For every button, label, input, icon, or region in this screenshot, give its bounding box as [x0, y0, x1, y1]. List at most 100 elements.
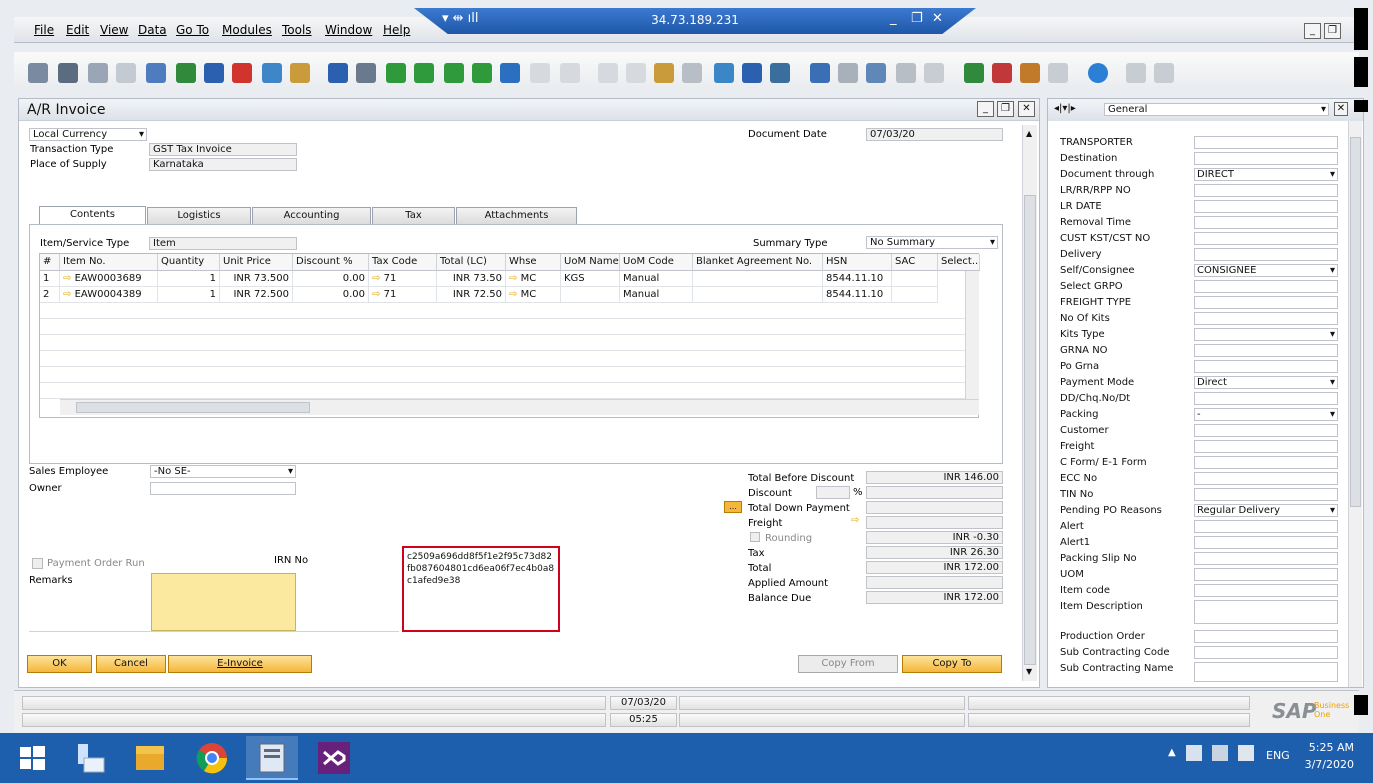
document-date-field[interactable]: 07/03/20	[866, 128, 1003, 141]
message-icon[interactable]	[896, 63, 916, 83]
link-arrow-icon[interactable]: ⇨	[63, 273, 71, 284]
blanket-cell[interactable]	[693, 287, 823, 303]
app-restore-icon[interactable]: ❐	[1324, 23, 1341, 39]
network-icon[interactable]	[1048, 63, 1068, 83]
column-header[interactable]: Blanket Agreement No.	[693, 254, 823, 271]
tab-attachments[interactable]: Attachments	[456, 207, 577, 224]
udf-input[interactable]	[1194, 248, 1338, 261]
udf-select[interactable]: CONSIGNEE	[1194, 264, 1338, 277]
udf-input[interactable]	[1194, 424, 1338, 437]
filter-icon[interactable]	[530, 63, 550, 83]
side-nav-icon[interactable]: ◂|▾|▸	[1054, 103, 1076, 114]
fax-icon[interactable]	[146, 63, 166, 83]
menu-help[interactable]: Help	[383, 23, 410, 37]
blanket-cell[interactable]	[693, 271, 823, 287]
pencil-icon[interactable]	[810, 63, 830, 83]
udf-input[interactable]	[1194, 184, 1338, 197]
side-scroll-thumb[interactable]	[1350, 137, 1361, 507]
column-header[interactable]: UoM Code	[620, 254, 693, 271]
scroll-down-icon[interactable]: ▼	[1026, 667, 1032, 676]
column-header[interactable]: #	[40, 254, 60, 271]
udf-input[interactable]	[1194, 630, 1338, 643]
udf-input[interactable]	[1194, 520, 1338, 533]
column-header[interactable]: Quantity	[158, 254, 220, 271]
udf-select[interactable]: Regular Delivery	[1194, 504, 1338, 517]
scroll-up-icon[interactable]: ▲	[1026, 129, 1032, 138]
quantity-cell[interactable]: 1	[158, 271, 220, 287]
approval-icon[interactable]	[866, 63, 886, 83]
udf-input[interactable]	[1194, 200, 1338, 213]
hsn-cell[interactable]: 8544.11.10	[823, 287, 892, 303]
udf-input[interactable]	[1194, 360, 1338, 373]
refresh-icon[interactable]	[500, 63, 520, 83]
copy-from-button[interactable]: Copy From	[798, 655, 898, 673]
total-cell[interactable]: INR 73.50	[437, 271, 506, 287]
start-windows-icon[interactable]	[6, 736, 58, 780]
column-header[interactable]: Select...	[938, 254, 980, 271]
uom-code-cell[interactable]: Manual	[620, 271, 693, 287]
checklist-icon[interactable]	[964, 63, 984, 83]
uom-name-cell[interactable]	[561, 287, 620, 303]
gross-profit-icon[interactable]	[654, 63, 674, 83]
udf-input[interactable]	[1194, 662, 1338, 682]
email-icon[interactable]	[88, 63, 108, 83]
next-record-icon[interactable]	[444, 63, 464, 83]
target-document-icon[interactable]	[626, 63, 646, 83]
chrome-icon[interactable]	[186, 736, 238, 780]
udf-input[interactable]	[1194, 280, 1338, 293]
menu-goto[interactable]: Go To	[176, 23, 209, 37]
grid-hscroll-thumb[interactable]	[76, 402, 310, 413]
exchange-rate-icon[interactable]	[714, 63, 734, 83]
rounding-checkbox[interactable]	[750, 532, 760, 542]
form-close-icon[interactable]: ✕	[1018, 101, 1035, 117]
udf-input[interactable]	[1194, 536, 1338, 549]
owner-field[interactable]	[150, 482, 296, 495]
sales-employee-select[interactable]: -No SE-	[150, 465, 296, 478]
summary-type-select[interactable]: No Summary	[866, 236, 998, 249]
currency-select[interactable]: Local Currency	[29, 128, 147, 141]
tab-accounting[interactable]: Accounting	[252, 207, 371, 224]
link-arrow-icon[interactable]: ⇨	[372, 289, 380, 300]
column-header[interactable]: Unit Price	[220, 254, 293, 271]
hsn-cell[interactable]: 8544.11.10	[823, 271, 892, 287]
payment-means-icon[interactable]	[682, 63, 702, 83]
add-icon[interactable]	[356, 63, 376, 83]
calculator-icon[interactable]	[1020, 63, 1040, 83]
pdf-icon[interactable]	[232, 63, 252, 83]
quantity-cell[interactable]: 1	[158, 287, 220, 303]
down-payment-button[interactable]: …	[724, 501, 742, 513]
discount-amount-field[interactable]	[866, 486, 1003, 499]
column-header[interactable]: SAC	[892, 254, 938, 271]
freight-arrow-icon[interactable]: ⇨	[851, 515, 859, 526]
udf-input[interactable]	[1194, 568, 1338, 581]
word-icon[interactable]	[204, 63, 224, 83]
tax-code-cell[interactable]: ⇨ 71	[369, 287, 437, 303]
place-of-supply-field[interactable]: Karnataka	[149, 158, 297, 171]
form-scrollbar[interactable]: ▲ ▼	[1022, 125, 1037, 681]
print-preview-icon[interactable]	[28, 63, 48, 83]
udf-input[interactable]	[1194, 600, 1338, 624]
copy-to-button[interactable]: Copy To	[902, 655, 1002, 673]
udf-input[interactable]	[1194, 152, 1338, 165]
side-category-select[interactable]: General	[1104, 103, 1329, 116]
discount-cell[interactable]: 0.00	[293, 271, 369, 287]
tab-logistics[interactable]: Logistics	[147, 207, 251, 224]
help-icon[interactable]	[1088, 63, 1108, 83]
form-restore-icon[interactable]: ❐	[997, 101, 1014, 117]
menu-tools[interactable]: Tools	[282, 23, 312, 37]
total-cell[interactable]: INR 72.50	[437, 287, 506, 303]
export-icon[interactable]	[1154, 63, 1174, 83]
udf-input[interactable]	[1194, 136, 1338, 149]
menu-edit[interactable]: Edit	[66, 23, 89, 37]
udf-input[interactable]	[1194, 312, 1338, 325]
sap-b1-taskbar-icon[interactable]	[246, 736, 298, 780]
network-tray-icon[interactable]	[1186, 745, 1202, 761]
udf-input[interactable]	[1194, 296, 1338, 309]
column-header[interactable]: Discount %	[293, 254, 369, 271]
unit-price-cell[interactable]: INR 73.500	[220, 271, 293, 287]
udf-select[interactable]	[1194, 328, 1338, 341]
discount-cell[interactable]: 0.00	[293, 287, 369, 303]
side-scrollbar[interactable]	[1348, 121, 1362, 687]
column-header[interactable]: Item No.	[60, 254, 158, 271]
rdp-restore-icon[interactable]: ❐	[911, 11, 923, 26]
